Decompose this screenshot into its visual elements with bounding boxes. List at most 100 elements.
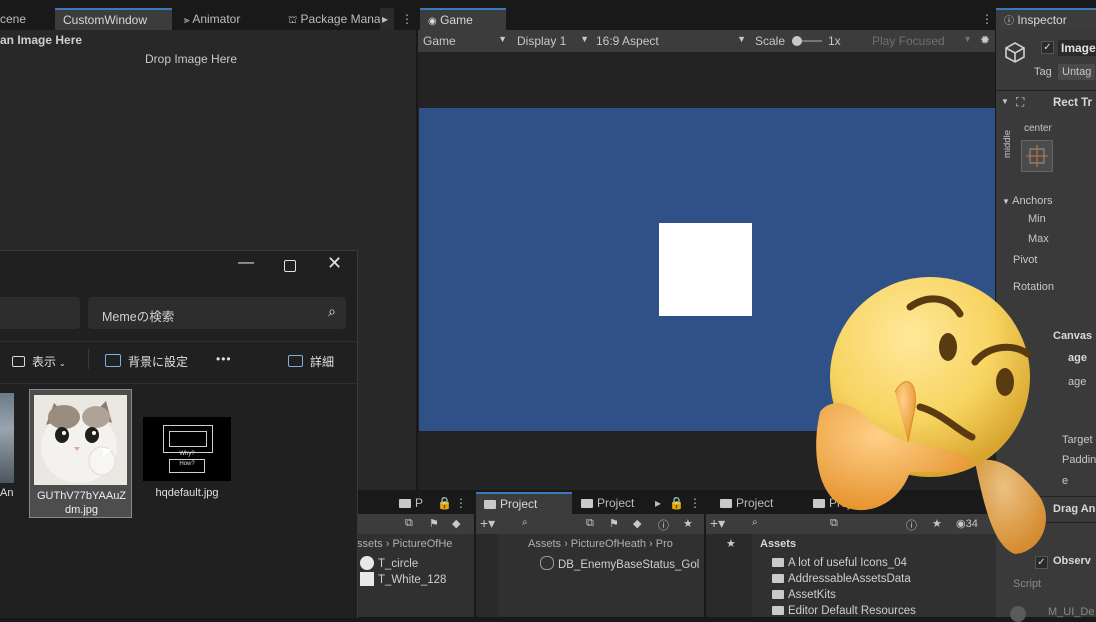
details-button[interactable]: 詳細 — [288, 353, 334, 370]
list-item[interactable]: T_circle — [360, 556, 418, 571]
add-asset-button[interactable]: +▾ — [480, 515, 495, 532]
file-name: hqdefault.jpg — [155, 487, 219, 499]
mute-audio-icon[interactable]: ✹ — [980, 33, 990, 47]
active-checkbox[interactable]: ✓ — [1041, 41, 1054, 54]
play-focused-dropdown[interactable]: Play Focused ▼ — [872, 34, 972, 48]
search-box[interactable]: Memeの検索 ⌕ — [88, 297, 346, 329]
white-square-image — [659, 223, 752, 316]
tab-project-3[interactable]: Project — [712, 492, 800, 514]
tag-dropdown[interactable]: Untag — [1058, 64, 1096, 80]
anchors-foldout[interactable]: ▼ Anchors — [1002, 195, 1053, 207]
file-item[interactable]: An — [0, 391, 18, 511]
tab-project-small[interactable]: P — [395, 492, 425, 514]
raycast-padding-label: Paddin — [1062, 454, 1096, 466]
animator-icon: ⫸ — [184, 15, 190, 26]
circle-texture-icon — [360, 556, 374, 570]
anchor-presets-button[interactable] — [1021, 140, 1053, 172]
label-icon[interactable]: ◆ — [452, 517, 460, 530]
tab-game-label: Game — [440, 13, 473, 27]
game-tab-menu-icon[interactable]: ⋮ — [973, 8, 993, 30]
label-icon[interactable]: ◆ — [633, 517, 641, 530]
tab-project-2[interactable]: Project — [573, 492, 653, 514]
info-icon[interactable]: ⓘ — [658, 517, 669, 533]
script-field[interactable]: M_UI_De — [1048, 606, 1094, 618]
scale-slider-handle[interactable] — [792, 36, 802, 46]
content-separator — [0, 383, 357, 384]
file-name: GUThV77bYAAuZ dm.jpg — [36, 490, 127, 516]
lock-icon[interactable]: 🔒 — [667, 492, 684, 514]
project-toolbar: +▾ ⌕ ⧉ ⚑ ◆ ⓘ ★ — [476, 514, 704, 534]
tab-inspector-label: Inspector — [1017, 13, 1067, 27]
search-icon[interactable]: ⌕ — [522, 517, 528, 528]
chevron-down-icon: ⌄ — [59, 359, 66, 368]
search-icon[interactable]: ⌕ — [752, 517, 758, 528]
list-item[interactable]: AddressableAssetsData — [772, 572, 911, 587]
file-item-selected[interactable]: GUThV77bYAAuZ dm.jpg — [29, 389, 132, 518]
rect-transform-icon: ⛶ — [1016, 95, 1025, 109]
game-toolbar: Game ▼ Display 1 ▼ 16:9 Aspect ▼ Scale 1x P… — [418, 30, 995, 52]
address-bar[interactable] — [0, 297, 80, 329]
scale-slider[interactable] — [792, 36, 822, 46]
list-item[interactable]: DB_EnemyBaseStatus_Gol — [540, 556, 699, 571]
tab-package-manager-label: Package Mana — [300, 12, 380, 26]
tag-filter-icon[interactable]: ⚑ — [609, 517, 619, 530]
aspect-dropdown[interactable]: 16:9 Aspect ▼ — [596, 34, 746, 48]
folder-icon — [772, 574, 784, 583]
file-item[interactable]: Why? How? hqdefault.jpg — [143, 417, 231, 507]
tab-animator[interactable]: ⫸ Animator — [176, 8, 276, 30]
object-name-field[interactable]: Image — [1058, 40, 1096, 56]
rect-transform-header[interactable]: Rect Tr — [1053, 97, 1092, 109]
search-icon: ⌕ — [328, 303, 336, 319]
lock-icon[interactable]: 🔒 — [435, 492, 452, 514]
project-pane-2: +▾ ⌕ ⧉ ⚑ ◆ ⓘ ★ Assets › PictureOfHeath ›… — [476, 514, 704, 617]
display-dropdown[interactable]: Display 1 ▼ — [517, 34, 589, 48]
tab-inspector[interactable]: ⓘ Inspector — [996, 8, 1096, 30]
favorite-icon[interactable]: ★ — [683, 517, 693, 530]
gameobject-cube-icon — [1003, 40, 1027, 64]
raycast-target-label: Target — [1062, 434, 1093, 446]
tab-game[interactable]: ◉ Game — [420, 8, 506, 30]
more-options-button[interactable]: ••• — [216, 352, 232, 366]
tab-menu-icon[interactable]: ⋮ — [397, 8, 413, 30]
dropdown-arrow-icon: ▼ — [963, 34, 972, 44]
tab-scene[interactable]: cene — [0, 8, 54, 30]
drop-image-area[interactable]: Drop Image Here — [145, 52, 237, 66]
search-input[interactable]: Memeの検索 — [102, 306, 174, 325]
script-icon — [1010, 606, 1026, 622]
tab-project-1[interactable]: Project — [476, 492, 572, 514]
close-icon[interactable]: ✕ — [327, 253, 342, 274]
add-asset-button[interactable]: +▾ — [710, 515, 725, 532]
file-name: An — [0, 487, 14, 499]
project-toolbar: ⧉ ⚑ ◆ — [357, 514, 474, 534]
package-icon: ⛫ — [288, 15, 298, 26]
filter-icon[interactable]: ⧉ — [405, 517, 413, 530]
scale-value: 1x — [828, 34, 841, 48]
left-tabbar: cene CustomWindow ⫸ Animator ⛫ Package M… — [0, 8, 413, 30]
image-component-header[interactable]: age — [1068, 352, 1087, 364]
maximize-icon[interactable] — [284, 260, 296, 272]
game-tabbar: ◉ Game ⋮ — [418, 8, 993, 30]
set-background-button[interactable]: 背景に設定 — [105, 353, 188, 370]
command-bar-separator — [0, 341, 357, 342]
command-bar-divider — [88, 349, 89, 369]
collapse-arrow-icon: ▼ — [1002, 197, 1013, 206]
game-view-mode-dropdown[interactable]: Game ▼ — [423, 34, 507, 48]
tag-filter-icon[interactable]: ⚑ — [429, 517, 439, 530]
list-item[interactable]: AssetKits — [772, 588, 836, 603]
minimize-icon[interactable]: — — [238, 254, 254, 272]
dropdown-arrow-icon: ▼ — [498, 34, 507, 44]
view-icon — [12, 356, 25, 367]
collapse-arrow-icon[interactable]: ▼ — [1001, 97, 1009, 106]
tab-menu-icon[interactable]: ⋮ — [453, 492, 467, 514]
custom-window-header: an Image Here — [0, 33, 83, 47]
tab-custom-window[interactable]: CustomWindow — [55, 8, 172, 30]
list-item[interactable]: T_White_128 — [360, 572, 446, 587]
tab-scroll-right-icon[interactable]: ▸ — [653, 492, 665, 514]
filter-icon[interactable]: ⧉ — [586, 517, 594, 530]
tab-scroll-right-icon[interactable]: ▸ — [380, 8, 394, 30]
tab-menu-icon[interactable]: ⋮ — [687, 492, 701, 514]
favorites-star-icon: ★ — [726, 538, 736, 550]
scale-label: Scale — [755, 34, 786, 48]
tab-package-manager[interactable]: ⛫ Package Mana — [280, 8, 380, 30]
view-button[interactable]: 表示 ⌄ — [12, 353, 66, 370]
